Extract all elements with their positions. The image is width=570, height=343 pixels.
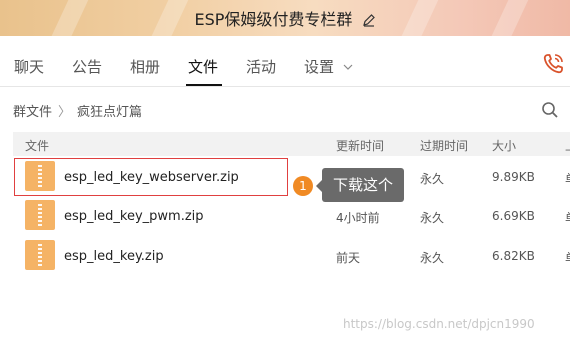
file-updated: 前天 [336, 251, 361, 265]
column-header-size[interactable]: 大小 [492, 137, 516, 154]
group-header: ESP保姆级付费专栏群 [0, 0, 570, 36]
tab-activities[interactable]: 活动 [246, 56, 276, 77]
file-uploader: 单 [565, 249, 570, 266]
group-title-wrap: ESP保姆级付费专栏群 [0, 6, 570, 31]
file-size: 6.82KB [492, 249, 535, 263]
highlight-box [14, 158, 288, 196]
tab-settings-label: 设置 [304, 58, 335, 76]
column-header-uploader[interactable]: 上 [565, 137, 570, 154]
breadcrumb-root[interactable]: 群文件 [13, 105, 52, 120]
file-row[interactable]: esp_led_key_pwm.zip 4小时前 永久 6.69KB 单 [13, 196, 570, 236]
file-table-header: 文件 更新时间 过期时间 大小 上 [13, 132, 570, 156]
zip-file-icon [25, 200, 55, 230]
breadcrumb-current: 疯狂点灯篇 [77, 105, 143, 120]
phone-icon[interactable] [541, 52, 565, 76]
file-name[interactable]: esp_led_key_pwm.zip [64, 209, 204, 224]
file-size: 9.89KB [492, 170, 535, 184]
tab-announcements[interactable]: 公告 [72, 56, 102, 77]
file-uploader: 单 [565, 209, 570, 226]
tab-settings[interactable]: 设置 [304, 56, 353, 77]
watermark: https://blog.csdn.net/dpjcn1990 [343, 317, 535, 331]
breadcrumb: 群文件〉疯狂点灯篇 [13, 101, 142, 120]
chevron-right-icon: 〉 [58, 105, 72, 120]
column-header-expires[interactable]: 过期时间 [420, 137, 468, 154]
zip-file-icon [25, 240, 55, 270]
active-tab-indicator [186, 84, 222, 86]
file-name[interactable]: esp_led_key.zip [64, 249, 164, 264]
search-icon[interactable] [541, 101, 559, 119]
file-expires: 永久 [420, 251, 445, 265]
file-expires: 永久 [420, 211, 445, 225]
tab-chat[interactable]: 聊天 [14, 56, 44, 77]
step-badge: 1 [293, 176, 313, 196]
tab-files[interactable]: 文件 [188, 56, 218, 77]
file-size: 6.69KB [492, 209, 535, 223]
column-header-updated[interactable]: 更新时间 [336, 137, 384, 154]
tab-album[interactable]: 相册 [130, 56, 160, 77]
file-row[interactable]: esp_led_key.zip 前天 永久 6.82KB 单 [13, 236, 570, 276]
annotation-tooltip: 下载这个 [316, 168, 404, 202]
file-updated: 4小时前 [336, 211, 380, 225]
file-expires: 永久 [420, 172, 445, 186]
column-header-file[interactable]: 文件 [25, 137, 49, 154]
tab-bar: 聊天 公告 相册 文件 活动 设置 [0, 36, 570, 87]
file-uploader: 单 [565, 170, 570, 187]
edit-icon[interactable] [362, 12, 376, 31]
group-title: ESP保姆级付费专栏群 [194, 10, 353, 29]
chevron-down-icon [343, 64, 353, 70]
